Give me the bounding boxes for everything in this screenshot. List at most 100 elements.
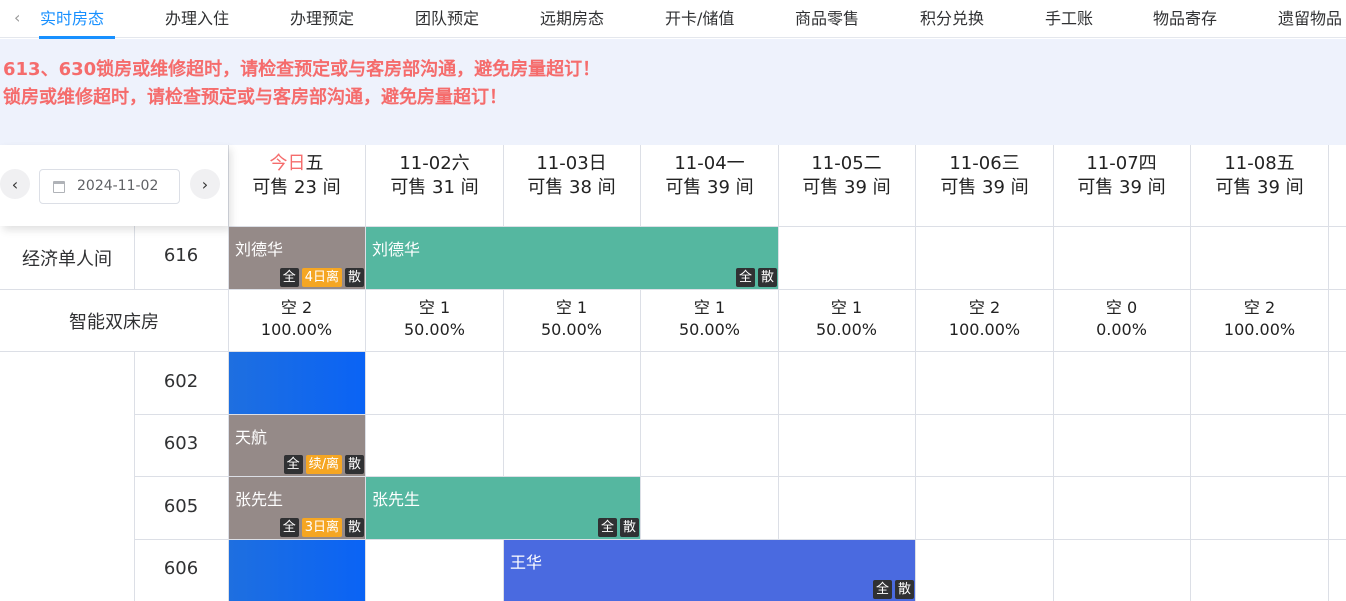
today-label: 今日 bbox=[269, 153, 306, 174]
badge-departure: 3日离 bbox=[301, 518, 342, 537]
badge-walkin: 散 bbox=[344, 455, 364, 474]
badge-full: 全 bbox=[872, 580, 892, 599]
notice-banner: 613、630锁房或维修超时，请检查预定或与客房部沟通，避免房量超订！ 锁房或维… bbox=[0, 39, 1346, 145]
guest-name: 天航 bbox=[235, 428, 268, 447]
guest-name: 王华 bbox=[510, 553, 543, 572]
available-count: 可售 39 间 bbox=[665, 177, 754, 198]
occupancy-rate: 100.00% bbox=[260, 320, 333, 339]
badge-full: 全 bbox=[279, 518, 299, 537]
badge-walkin: 散 bbox=[619, 518, 639, 537]
empty-count: 空 1 bbox=[693, 298, 726, 317]
available-count: 可售 23 间 bbox=[252, 177, 341, 198]
badge-walkin: 散 bbox=[894, 580, 914, 599]
empty-count: 空 2 bbox=[968, 298, 1001, 317]
booking-block[interactable]: 张先生 全 3日离 散 bbox=[229, 477, 365, 539]
column-date: 11-07 bbox=[1086, 153, 1139, 174]
tab-storage[interactable]: 物品寄存 bbox=[1153, 5, 1217, 29]
available-count: 可售 39 间 bbox=[1077, 177, 1166, 198]
room-type-label: 智能双床房 bbox=[69, 312, 159, 333]
booking-block[interactable]: 王华 全 散 bbox=[504, 540, 915, 601]
tab-group-reservation[interactable]: 团队预定 bbox=[415, 5, 479, 29]
column-date: 11-08 bbox=[1224, 153, 1277, 174]
booking-block[interactable]: 刘德华 全 4日离 散 bbox=[229, 227, 365, 289]
blocked-room-block[interactable] bbox=[229, 540, 365, 601]
column-date: 11-06 bbox=[949, 153, 1002, 174]
weekday: 三 bbox=[1001, 153, 1020, 174]
guest-name: 张先生 bbox=[372, 490, 421, 509]
weekday: 日 bbox=[588, 153, 607, 174]
column-date: 11-05 bbox=[811, 153, 864, 174]
badge-walkin: 散 bbox=[344, 268, 364, 287]
tab-points[interactable]: 积分兑换 bbox=[920, 5, 984, 29]
column-header: 11-08五 可售 39 间 bbox=[1191, 145, 1328, 226]
notice-line: 锁房或维修超时，请检查预定或与客房部沟通，避免房量超订！ bbox=[3, 87, 507, 108]
column-header: 11-02六 可售 31 间 bbox=[366, 145, 503, 226]
badge-walkin: 散 bbox=[344, 518, 364, 537]
column-date: 11-03 bbox=[536, 153, 589, 174]
available-count: 可售 39 间 bbox=[802, 177, 891, 198]
empty-count: 空 1 bbox=[555, 298, 588, 317]
date-picker[interactable]: 2024-11-02 bbox=[39, 169, 180, 204]
room-number[interactable]: 605 bbox=[134, 496, 228, 517]
blocked-room-block[interactable] bbox=[229, 352, 365, 414]
tab-realtime-status[interactable]: 实时房态 bbox=[40, 5, 104, 29]
available-count: 可售 38 间 bbox=[527, 177, 616, 198]
chevron-left-icon[interactable]: ‹ bbox=[0, 169, 30, 199]
occupancy-rate: 100.00% bbox=[948, 320, 1021, 339]
booking-block[interactable]: 刘德华 全 散 bbox=[366, 227, 778, 289]
tab-check-in[interactable]: 办理入住 bbox=[165, 5, 229, 29]
date-navigator: ‹ 2024-11-02 › bbox=[0, 145, 228, 226]
occupancy-rate: 100.00% bbox=[1223, 320, 1296, 339]
badge-departure: 4日离 bbox=[301, 268, 342, 287]
column-date: 11-04 bbox=[674, 153, 727, 174]
booking-block[interactable]: 张先生 全 散 bbox=[366, 477, 640, 539]
weekday: 四 bbox=[1138, 153, 1157, 174]
chevron-right-icon[interactable]: › bbox=[190, 169, 220, 199]
occupancy-rate: 50.00% bbox=[403, 320, 465, 339]
guest-name: 刘德华 bbox=[372, 240, 421, 259]
room-number[interactable]: 603 bbox=[134, 433, 228, 454]
badge-departure: 续/离 bbox=[305, 455, 342, 474]
column-header: 11-04一 可售 39 间 bbox=[641, 145, 778, 226]
column-header: 今日五 可售 23 间 bbox=[228, 145, 365, 226]
notice-line: 613、630锁房或维修超时，请检查预定或与客房部沟通，避免房量超订！ bbox=[3, 59, 601, 80]
column-date: 11-02 bbox=[399, 153, 452, 174]
booking-block[interactable]: 天航 全 续/离 散 bbox=[229, 415, 365, 476]
badge-walkin: 散 bbox=[757, 268, 777, 287]
occupancy-rate: 50.00% bbox=[815, 320, 877, 339]
room-number[interactable]: 606 bbox=[134, 558, 228, 579]
room-number[interactable]: 602 bbox=[134, 371, 228, 392]
calendar-icon bbox=[53, 181, 65, 193]
room-number[interactable]: 616 bbox=[134, 245, 228, 266]
badge-full: 全 bbox=[597, 518, 617, 537]
tab-lost-found[interactable]: 遗留物品 bbox=[1278, 5, 1342, 29]
available-count: 可售 39 间 bbox=[1215, 177, 1304, 198]
guest-name: 张先生 bbox=[235, 490, 284, 509]
weekday: 二 bbox=[863, 153, 882, 174]
empty-count: 空 0 bbox=[1105, 298, 1138, 317]
column-header: 11-03日 可售 38 间 bbox=[503, 145, 640, 226]
chevron-left-icon[interactable]: ‹ bbox=[14, 8, 20, 27]
empty-count: 空 2 bbox=[1243, 298, 1276, 317]
badge-full: 全 bbox=[735, 268, 755, 287]
column-header: 11-07四 可售 39 间 bbox=[1053, 145, 1190, 226]
empty-count: 空 1 bbox=[418, 298, 451, 317]
weekday: 五 bbox=[1276, 153, 1295, 174]
tab-retail[interactable]: 商品零售 bbox=[795, 5, 859, 29]
empty-count: 空 1 bbox=[830, 298, 863, 317]
weekday: 六 bbox=[451, 153, 470, 174]
tab-manual-account[interactable]: 手工账 bbox=[1045, 5, 1093, 29]
occupancy-rate: 0.00% bbox=[1096, 320, 1147, 339]
room-status-grid: ‹ 2024-11-02 › 今日五 可售 23 间 11-02六 可售 31 … bbox=[0, 145, 1346, 601]
tab-bar: ‹ 实时房态 办理入住 办理预定 团队预定 远期房态 开卡/储值 商品零售 积分… bbox=[0, 0, 1346, 39]
available-count: 可售 31 间 bbox=[390, 177, 479, 198]
available-count: 可售 39 间 bbox=[940, 177, 1029, 198]
guest-name: 刘德华 bbox=[235, 240, 284, 259]
tab-reservation[interactable]: 办理预定 bbox=[290, 5, 354, 29]
badge-full: 全 bbox=[283, 455, 303, 474]
tab-card-topup[interactable]: 开卡/储值 bbox=[665, 5, 734, 29]
column-header: 11-06三 可售 39 间 bbox=[916, 145, 1053, 226]
tab-future-status[interactable]: 远期房态 bbox=[540, 5, 604, 29]
badge-full: 全 bbox=[279, 268, 299, 287]
column-header: 11-05二 可售 39 间 bbox=[778, 145, 915, 226]
